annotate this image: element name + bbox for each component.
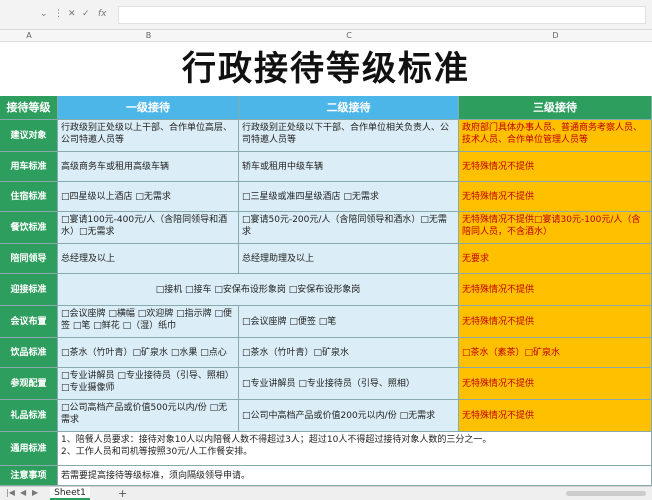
row-label[interactable]: 陪同领导 bbox=[0, 244, 58, 274]
table-cell[interactable]: 行政级别正处级以下干部、合作单位相关负责人、公司特邀人员等 bbox=[239, 120, 459, 152]
sheet-title[interactable]: 行政接待等级标准 bbox=[0, 44, 652, 94]
table-row: 迎接标准 □接机 □接车 □安保布设形象岗 □安保布设形象岗 无特殊情况不提供 bbox=[0, 274, 652, 306]
fx-icon[interactable]: fx bbox=[98, 9, 107, 19]
column-header-a[interactable]: A bbox=[0, 30, 58, 42]
formula-bar: ⌄ ⋮ ✕ ✓ fx bbox=[0, 0, 652, 30]
column-header-d[interactable]: D bbox=[459, 30, 652, 42]
table-cell-merged[interactable]: □接机 □接车 □安保布设形象岗 □安保布设形象岗 bbox=[58, 274, 459, 306]
cancel-icon[interactable]: ✕ bbox=[68, 9, 76, 19]
next-sheet-icon[interactable]: ▶ bbox=[32, 488, 38, 497]
confirm-icon[interactable]: ✓ bbox=[82, 9, 90, 19]
column-header-c[interactable]: C bbox=[239, 30, 459, 42]
table-cell[interactable]: 行政级别正处级以上干部、合作单位高层、公司特邀人员等 bbox=[58, 120, 239, 152]
name-box[interactable] bbox=[6, 8, 32, 22]
row-label[interactable]: 注意事项 bbox=[0, 466, 58, 486]
table-row: 用车标准 高级商务车或租用高级车辆 轿车或租用中级车辆 无特殊情况不提供 bbox=[0, 152, 652, 182]
table-cell[interactable]: □专业讲解员 □专业接待员（引导、照相） bbox=[239, 368, 459, 400]
table-cell[interactable]: □公司高档产品或价值500元以内/份 □无需求 bbox=[58, 400, 239, 432]
table-cell[interactable]: □宴请50元-200元/人（含陪同领导和酒水）□无需求 bbox=[239, 212, 459, 244]
table-cell[interactable]: □茶水（素茶）□矿泉水 bbox=[459, 338, 652, 368]
table-cell[interactable]: 无特殊情况不提供 bbox=[459, 274, 652, 306]
table-cell[interactable]: 轿车或租用中级车辆 bbox=[239, 152, 459, 182]
table-cell[interactable]: 高级商务车或租用高级车辆 bbox=[58, 152, 239, 182]
table-cell[interactable]: 无特殊情况不提供 bbox=[459, 306, 652, 338]
column-headers: A B C D bbox=[0, 30, 652, 42]
table-cell[interactable]: □会议座牌 □横幅 □欢迎牌 □指示牌 □便签 □笔 □鲜花 □（湿）纸巾 bbox=[58, 306, 239, 338]
table-row: 通用标准 1、陪餐人员要求：接待对象10人以内陪餐人数不得超过3人；超过10人不… bbox=[0, 432, 652, 466]
table-cell[interactable]: 无特殊情况不提供 bbox=[459, 182, 652, 212]
table-row: 建议对象 行政级别正处级以上干部、合作单位高层、公司特邀人员等 行政级别正处级以… bbox=[0, 120, 652, 152]
general-standard-line: 1、陪餐人员要求：接待对象10人以内陪餐人数不得超过3人；超过10人不得超过接待… bbox=[61, 435, 492, 445]
table-cell[interactable]: □三星级或准四星级酒店 □无需求 bbox=[239, 182, 459, 212]
more-icon[interactable]: ⋮ bbox=[54, 9, 63, 19]
row-label[interactable]: 住宿标准 bbox=[0, 182, 58, 212]
row-label[interactable]: 会议布置 bbox=[0, 306, 58, 338]
row-label[interactable]: 饮品标准 bbox=[0, 338, 58, 368]
table-row: 会议布置 □会议座牌 □横幅 □欢迎牌 □指示牌 □便签 □笔 □鲜花 □（湿）… bbox=[0, 306, 652, 338]
sheet-tab-sheet1[interactable]: Sheet1 bbox=[50, 487, 90, 500]
sheet-tabs-bar: |◀ ◀ ▶ Sheet1 + bbox=[0, 486, 652, 500]
column-header-b[interactable]: B bbox=[58, 30, 239, 42]
table-row: 住宿标准 □四星级以上酒店 □无需求 □三星级或准四星级酒店 □无需求 无特殊情… bbox=[0, 182, 652, 212]
table-cell[interactable]: □宴请100元-400元/人（含陪同领导和酒水）□无需求 bbox=[58, 212, 239, 244]
table-cell-merged[interactable]: 1、陪餐人员要求：接待对象10人以内陪餐人数不得超过3人；超过10人不得超过接待… bbox=[58, 432, 652, 466]
row-label[interactable]: 礼品标准 bbox=[0, 400, 58, 432]
table-cell[interactable]: □茶水（竹叶青）□矿泉水 □水果 □点心 bbox=[58, 338, 239, 368]
table-cell[interactable]: □公司中高档产品或价值200元以内/份 □无需求 bbox=[239, 400, 459, 432]
table-cell[interactable]: 无特殊情况不提供□宴请30元-100元/人（含陪同人员，不含酒水） bbox=[459, 212, 652, 244]
table-cell[interactable]: 无特殊情况不提供 bbox=[459, 368, 652, 400]
add-sheet-button[interactable]: + bbox=[118, 487, 127, 500]
table-cell[interactable]: 总经理及以上 bbox=[58, 244, 239, 274]
prev-sheet-icon[interactable]: ◀ bbox=[20, 488, 26, 497]
row-label[interactable]: 建议对象 bbox=[0, 120, 58, 152]
table-cell[interactable]: 无特殊情况不提供 bbox=[459, 400, 652, 432]
chevron-down-icon[interactable]: ⌄ bbox=[40, 9, 48, 19]
table-cell[interactable]: □四星级以上酒店 □无需求 bbox=[58, 182, 239, 212]
header-cell-level-1[interactable]: 一级接待 bbox=[58, 96, 239, 120]
header-cell-level-3[interactable]: 三级接待 bbox=[459, 96, 652, 120]
table-row: 饮品标准 □茶水（竹叶青）□矿泉水 □水果 □点心 □茶水（竹叶青）□矿泉水 □… bbox=[0, 338, 652, 368]
formula-input[interactable] bbox=[118, 6, 646, 24]
row-label[interactable]: 迎接标准 bbox=[0, 274, 58, 306]
first-sheet-icon[interactable]: |◀ bbox=[6, 488, 15, 497]
table-row: 餐饮标准 □宴请100元-400元/人（含陪同领导和酒水）□无需求 □宴请50元… bbox=[0, 212, 652, 244]
horizontal-scrollbar[interactable] bbox=[566, 491, 646, 496]
table-cell[interactable]: □茶水（竹叶青）□矿泉水 bbox=[239, 338, 459, 368]
row-label[interactable]: 餐饮标准 bbox=[0, 212, 58, 244]
table-row: 礼品标准 □公司高档产品或价值500元以内/份 □无需求 □公司中高档产品或价值… bbox=[0, 400, 652, 432]
table-cell[interactable]: 政府部门具体办事人员、普通商务考察人员、技术人员、合作单位管理人员等 bbox=[459, 120, 652, 152]
header-cell-level-2[interactable]: 二级接待 bbox=[239, 96, 459, 120]
general-standard-line: 2、工作人员和司机等按照30元/人工作餐安排。 bbox=[61, 447, 253, 457]
table-cell[interactable]: □专业讲解员 □专业接待员（引导、照相）□专业摄像师 bbox=[58, 368, 239, 400]
table-row: 参观配置 □专业讲解员 □专业接待员（引导、照相）□专业摄像师 □专业讲解员 □… bbox=[0, 368, 652, 400]
table-header-row: 接待等级 一级接待 二级接待 三级接待 bbox=[0, 96, 652, 120]
table-cell[interactable]: 无要求 bbox=[459, 244, 652, 274]
header-cell-level[interactable]: 接待等级 bbox=[0, 96, 58, 120]
table-row: 陪同领导 总经理及以上 总经理助理及以上 无要求 bbox=[0, 244, 652, 274]
table-cell[interactable]: 总经理助理及以上 bbox=[239, 244, 459, 274]
row-label[interactable]: 用车标准 bbox=[0, 152, 58, 182]
table-row: 注意事项 若需要提高接待等级标准，须向隔级领导申请。 bbox=[0, 466, 652, 486]
table-cell[interactable]: □会议座牌 □便签 □笔 bbox=[239, 306, 459, 338]
row-label[interactable]: 通用标准 bbox=[0, 432, 58, 466]
row-label[interactable]: 参观配置 bbox=[0, 368, 58, 400]
table-cell[interactable]: 无特殊情况不提供 bbox=[459, 152, 652, 182]
table-cell-merged[interactable]: 若需要提高接待等级标准，须向隔级领导申请。 bbox=[58, 466, 652, 486]
